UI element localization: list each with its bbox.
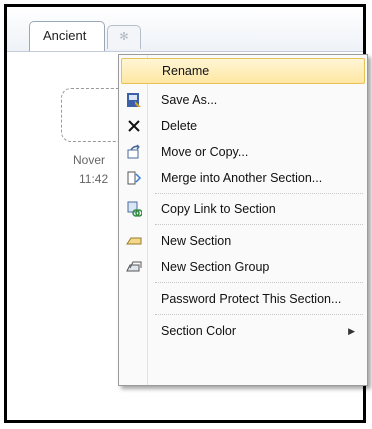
menu-item-save-as[interactable]: Save As... [121, 87, 365, 113]
menu-item-label: New Section [161, 234, 232, 248]
menu-item-label: Merge into Another Section... [161, 171, 323, 185]
menu-separator [155, 224, 363, 225]
page-date: Nover [73, 153, 106, 167]
menu-item-copy-link[interactable]: Copy Link to Section [121, 196, 365, 222]
menu-item-label: Section Color [161, 324, 237, 338]
onenote-window: Ancient ✻ Nover 11:42 Rename Save As... [4, 4, 368, 423]
section-context-menu: Rename Save As... Delete Move or Copy...… [118, 54, 368, 386]
menu-item-section-color[interactable]: Section Color ▶ [121, 318, 365, 344]
menu-item-label: Move or Copy... [161, 145, 249, 159]
menu-item-password-protect[interactable]: Password Protect This Section... [121, 286, 365, 312]
save-as-icon [125, 91, 143, 109]
menu-item-label: Rename [162, 64, 210, 78]
menu-item-label: Save As... [161, 93, 218, 107]
new-section-icon [125, 232, 143, 250]
menu-item-merge[interactable]: Merge into Another Section... [121, 165, 365, 191]
menu-item-label: Copy Link to Section [161, 202, 276, 216]
new-section-tab[interactable]: ✻ [107, 25, 141, 49]
copy-link-icon [125, 200, 143, 218]
menu-separator [155, 282, 363, 283]
merge-icon [125, 169, 143, 187]
menu-item-delete[interactable]: Delete [121, 113, 365, 139]
menu-item-move-or-copy[interactable]: Move or Copy... [121, 139, 365, 165]
delete-x-icon [125, 117, 143, 135]
menu-separator [155, 193, 363, 194]
new-section-group-icon [125, 258, 143, 276]
menu-item-label: Password Protect This Section... [161, 292, 342, 306]
new-tab-icon: ✻ [119, 31, 129, 43]
move-copy-icon [125, 143, 143, 161]
menu-item-rename[interactable]: Rename [121, 58, 365, 84]
menu-item-label: Delete [161, 119, 198, 133]
tab-ancient[interactable]: Ancient [29, 21, 105, 51]
section-tab-bar: Ancient ✻ [7, 7, 363, 51]
tab-ancient-label: Ancient [43, 28, 87, 43]
page-time: 11:42 [79, 172, 109, 186]
menu-separator [155, 314, 363, 315]
menu-item-new-section[interactable]: New Section [121, 228, 365, 254]
menu-item-label: New Section Group [161, 260, 270, 274]
menu-item-new-section-group[interactable]: New Section Group [121, 254, 365, 280]
submenu-arrow-icon: ▶ [348, 325, 355, 336]
